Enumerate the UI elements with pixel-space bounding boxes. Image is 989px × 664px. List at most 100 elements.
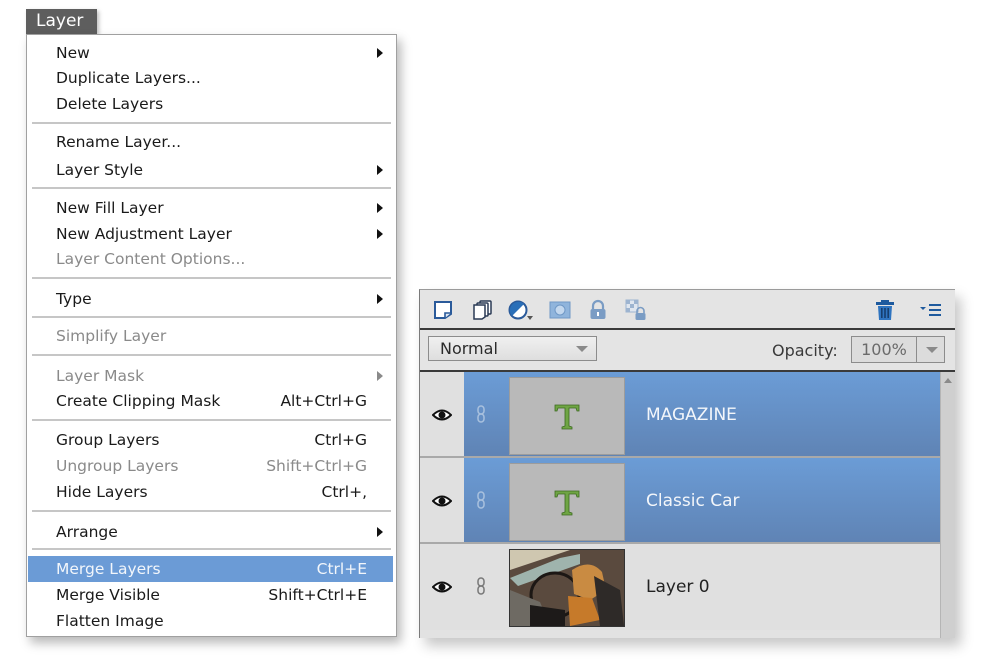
visibility-toggle[interactable] <box>420 458 464 544</box>
menu-item-layer-content-options: Layer Content Options... <box>30 246 393 272</box>
menu-item-label: Group Layers <box>56 431 160 449</box>
menu-separator <box>32 510 391 512</box>
menu-item-new[interactable]: New <box>30 40 393 66</box>
menu-item-label: Arrange <box>56 523 118 541</box>
menu-item-shortcut: Ctrl+, <box>321 483 368 501</box>
menu-item-simplify-layer: Simplify Layer <box>30 323 393 349</box>
eye-icon[interactable] <box>432 494 452 508</box>
menu-item-label: Layer Content Options... <box>56 250 246 268</box>
blend-mode-value: Normal <box>440 339 498 358</box>
menu-item-label: Flatten Image <box>56 612 164 630</box>
submenu-arrow-icon <box>377 527 383 537</box>
blend-options-bar: Normal Opacity: 100% <box>420 330 955 372</box>
submenu-arrow-icon <box>377 371 383 381</box>
layer-body[interactable]: Classic Car <box>464 458 941 544</box>
menu-item-label: Layer Style <box>56 161 144 179</box>
link-icon[interactable] <box>476 491 486 509</box>
lock-all-icon[interactable] <box>587 299 609 321</box>
submenu-arrow-icon <box>377 203 383 213</box>
menu-item-label: New <box>56 44 90 62</box>
menu-item-label: Duplicate Layers... <box>56 69 201 87</box>
add-mask-icon[interactable] <box>549 299 571 321</box>
menu-item-label: Delete Layers <box>56 95 164 113</box>
menu-item-label: Hide Layers <box>56 483 148 501</box>
chevron-down-icon <box>576 346 588 352</box>
menu-item-create-clipping-mask[interactable]: Create Clipping Mask Alt+Ctrl+G <box>30 388 393 414</box>
submenu-arrow-icon <box>377 48 383 58</box>
menu-item-label: Type <box>56 290 92 308</box>
new-group-icon[interactable] <box>471 299 493 321</box>
layer-row[interactable]: Layer 0 <box>420 544 941 630</box>
panel-menu-icon[interactable] <box>918 299 944 321</box>
opacity-label: Opacity: <box>772 341 838 360</box>
menu-separator <box>32 354 391 356</box>
opacity-value[interactable]: 100% <box>852 337 917 362</box>
menu-item-shortcut: Shift+Ctrl+G <box>266 457 367 475</box>
menu-item-shortcut: Ctrl+E <box>316 560 367 578</box>
adjustment-layer-icon[interactable] <box>507 299 535 321</box>
text-layer-icon <box>554 404 580 430</box>
layer-menu-title[interactable]: Layer <box>26 9 97 34</box>
menu-item-ungroup-layers: Ungroup Layers Shift+Ctrl+G <box>30 453 393 479</box>
menu-item-label: New Fill Layer <box>56 199 164 217</box>
layer-thumbnail <box>509 463 625 541</box>
submenu-arrow-icon <box>377 229 383 239</box>
eye-icon[interactable] <box>432 408 452 422</box>
blend-mode-select[interactable]: Normal <box>428 336 597 361</box>
menu-item-rename-layer[interactable]: Rename Layer... <box>30 129 393 155</box>
layers-scrollbar[interactable] <box>940 372 955 638</box>
lock-transparent-icon[interactable] <box>625 299 647 321</box>
menu-item-hide-layers[interactable]: Hide Layers Ctrl+, <box>30 479 393 505</box>
layer-row[interactable]: MAGAZINE <box>420 372 941 458</box>
link-icon[interactable] <box>476 405 486 423</box>
layer-body[interactable]: MAGAZINE <box>464 372 941 458</box>
layer-thumbnail <box>509 377 625 455</box>
menu-item-label: Create Clipping Mask <box>56 392 221 410</box>
menu-item-delete-layers[interactable]: Delete Layers <box>30 91 393 117</box>
menu-item-layer-mask: Layer Mask <box>30 363 393 389</box>
menu-item-arrange[interactable]: Arrange <box>30 519 393 545</box>
menu-item-label: Simplify Layer <box>56 327 167 345</box>
delete-layer-icon[interactable] <box>874 299 896 321</box>
eye-icon[interactable] <box>432 580 452 594</box>
layers-list: MAGAZINE Classic Car Layer 0 <box>420 372 941 638</box>
car-photo-image <box>510 550 624 626</box>
layer-name[interactable]: Layer 0 <box>646 577 710 597</box>
layers-toolbar <box>420 290 955 330</box>
chevron-down-icon[interactable] <box>926 347 938 353</box>
menu-item-label: Ungroup Layers <box>56 457 179 475</box>
menu-item-merge-visible[interactable]: Merge Visible Shift+Ctrl+E <box>30 582 393 608</box>
opacity-field[interactable]: 100% <box>851 336 945 363</box>
layer-name[interactable]: Classic Car <box>646 491 739 511</box>
menu-separator <box>32 122 391 124</box>
submenu-arrow-icon <box>377 165 383 175</box>
submenu-arrow-icon <box>377 294 383 304</box>
menu-separator <box>32 316 391 318</box>
visibility-toggle[interactable] <box>420 372 464 458</box>
menu-item-merge-layers[interactable]: Merge Layers Ctrl+E <box>28 556 393 582</box>
menu-item-new-fill-layer[interactable]: New Fill Layer <box>30 195 393 221</box>
layer-name[interactable]: MAGAZINE <box>646 405 737 425</box>
menu-item-duplicate-layers[interactable]: Duplicate Layers... <box>30 65 393 91</box>
menu-separator <box>32 277 391 279</box>
menu-item-flatten-image[interactable]: Flatten Image <box>30 608 393 634</box>
text-layer-icon <box>554 490 580 516</box>
menu-item-shortcut: Alt+Ctrl+G <box>280 392 367 410</box>
visibility-toggle[interactable] <box>420 544 464 630</box>
new-layer-icon[interactable] <box>432 299 454 321</box>
layer-menu: New Duplicate Layers... Delete Layers Re… <box>26 34 397 637</box>
link-icon[interactable] <box>476 577 486 595</box>
menu-item-label: Layer Mask <box>56 367 145 385</box>
layer-row[interactable]: Classic Car <box>420 458 941 544</box>
menu-item-label: New Adjustment Layer <box>56 225 232 243</box>
menu-item-shortcut: Shift+Ctrl+E <box>268 586 367 604</box>
scroll-up-icon[interactable] <box>944 378 952 383</box>
menu-item-type[interactable]: Type <box>30 286 393 312</box>
menu-separator <box>32 548 391 550</box>
menu-item-group-layers[interactable]: Group Layers Ctrl+G <box>30 427 393 453</box>
layers-panel: Normal Opacity: 100% MAGAZINE Classic Ca… <box>419 289 955 638</box>
menu-item-label: Rename Layer... <box>56 133 182 151</box>
menu-item-new-adjustment-layer[interactable]: New Adjustment Layer <box>30 221 393 247</box>
layer-body[interactable]: Layer 0 <box>464 544 941 630</box>
menu-item-layer-style[interactable]: Layer Style <box>30 157 393 183</box>
